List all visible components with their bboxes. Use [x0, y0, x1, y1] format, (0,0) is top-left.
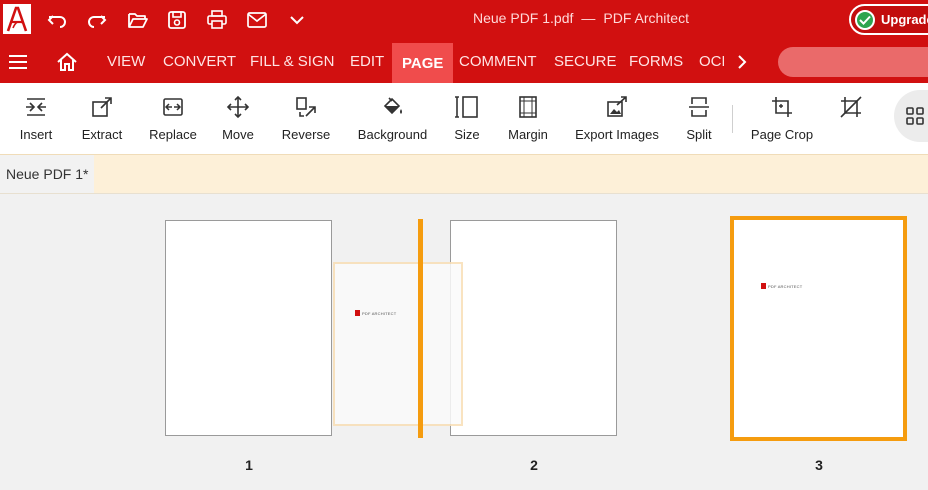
crop-off-icon	[838, 83, 864, 127]
document-tab-strip: Neue PDF 1*	[0, 154, 928, 194]
app-logo[interactable]	[3, 4, 31, 34]
size-label: Size	[454, 127, 480, 142]
replace-label: Replace	[149, 127, 197, 142]
tab-comment[interactable]: COMMENT	[459, 40, 537, 83]
checkmark-icon	[855, 9, 875, 30]
move-label: Move	[222, 127, 254, 142]
tab-edit[interactable]: EDIT	[350, 40, 384, 83]
page-logo-text: PDF ARCHITECT	[768, 283, 803, 289]
replace-button[interactable]: Replace	[147, 83, 199, 154]
split-button[interactable]: Split	[682, 83, 716, 154]
app-name: PDF Architect	[603, 10, 689, 26]
search-input[interactable]	[778, 47, 928, 77]
tab-secure[interactable]: SECURE	[554, 40, 617, 83]
chevron-down-icon[interactable]	[284, 7, 310, 33]
crop-icon	[770, 83, 794, 127]
margin-label: Margin	[508, 127, 548, 142]
page-logo-mark	[761, 283, 766, 289]
mail-icon[interactable]	[244, 7, 270, 33]
reverse-label: Reverse	[281, 127, 331, 142]
tab-convert[interactable]: CONVERT	[163, 40, 236, 83]
page-logo: PDF ARCHITECT	[761, 283, 802, 289]
insert-label: Insert	[19, 127, 53, 142]
dragged-page-preview[interactable]: PDF ARCHITECT	[333, 262, 463, 426]
reverse-button[interactable]: Reverse	[280, 83, 332, 154]
replace-icon	[161, 83, 185, 127]
reverse-icon	[294, 83, 318, 127]
page-number-3: 3	[815, 457, 823, 473]
page-ribbon: Insert Extract Replace Move Reverse Back…	[0, 83, 928, 154]
ghost-logo-text: PDF ARCHITECT	[362, 310, 397, 316]
undo-icon[interactable]	[44, 7, 70, 33]
paint-bucket-icon	[381, 83, 405, 127]
chevron-right-icon[interactable]	[732, 40, 752, 83]
title-bar: Neue PDF 1.pdf — PDF Architect Upgrade	[0, 0, 928, 40]
document-tab[interactable]: Neue PDF 1*	[0, 155, 95, 193]
export-images-button[interactable]: Export Images	[573, 83, 661, 154]
document-filename: Neue PDF 1.pdf	[473, 10, 574, 26]
ghost-page-logo: PDF ARCHITECT	[355, 310, 396, 316]
insert-button[interactable]: Insert	[14, 83, 58, 154]
insert-page-icon	[24, 83, 48, 127]
tab-ocr[interactable]: OCR	[699, 40, 724, 83]
extract-button[interactable]: Extract	[78, 83, 126, 154]
split-label: Split	[686, 127, 712, 142]
hamburger-menu-icon[interactable]	[6, 40, 30, 83]
redo-icon[interactable]	[84, 7, 110, 33]
tab-view[interactable]: VIEW	[107, 40, 145, 83]
page-number-2: 2	[530, 457, 538, 473]
move-button[interactable]: Move	[219, 83, 257, 154]
extract-icon	[90, 83, 114, 127]
size-button[interactable]: Size	[450, 83, 484, 154]
title-separator: —	[581, 10, 596, 26]
page-crop-button[interactable]: Page Crop	[750, 83, 814, 154]
extract-label: Extract	[81, 127, 123, 142]
ribbon-separator	[732, 105, 733, 133]
tab-fill-sign[interactable]: FILL & SIGN	[250, 40, 334, 83]
print-icon[interactable]	[204, 7, 230, 33]
tab-ocr-clip: OCR	[698, 40, 724, 83]
home-icon[interactable]	[54, 40, 80, 83]
margin-icon	[517, 83, 539, 127]
remove-crop-button[interactable]	[836, 83, 866, 154]
open-folder-icon[interactable]	[125, 7, 151, 33]
split-icon	[687, 83, 711, 127]
upgrade-label: Upgrade	[881, 12, 928, 27]
grid-icon	[906, 107, 924, 125]
drop-insertion-marker	[418, 219, 423, 438]
export-images-icon	[605, 83, 629, 127]
page-number-1: 1	[245, 457, 253, 473]
page-size-icon	[454, 83, 480, 127]
ghost-logo-mark	[355, 310, 360, 316]
page-crop-label: Page Crop	[750, 127, 814, 142]
move-icon	[226, 83, 250, 127]
save-icon[interactable]	[164, 7, 190, 33]
export-images-label: Export Images	[575, 127, 659, 142]
margin-button[interactable]: Margin	[505, 83, 551, 154]
page-thumbnail-3[interactable]: PDF ARCHITECT	[730, 216, 907, 441]
background-label: Background	[357, 127, 428, 142]
tab-page[interactable]: PAGE	[392, 43, 454, 83]
upgrade-button[interactable]: Upgrade	[849, 4, 928, 35]
window-title: Neue PDF 1.pdf — PDF Architect	[473, 10, 689, 26]
tab-forms[interactable]: FORMS	[629, 40, 683, 83]
background-button[interactable]: Background	[355, 83, 430, 154]
page-thumbnail-1[interactable]	[165, 220, 332, 436]
page-thumbnail-2[interactable]	[450, 220, 617, 436]
